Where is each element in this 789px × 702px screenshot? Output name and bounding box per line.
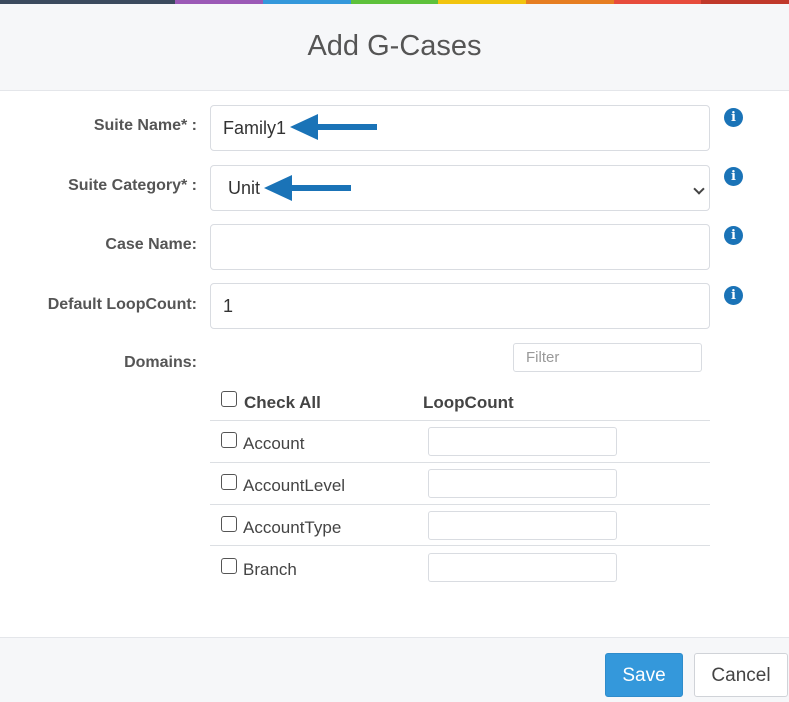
modal-header: Add G-Cases xyxy=(0,4,789,91)
domain-name: Branch xyxy=(243,560,297,579)
domain-name: Account xyxy=(243,434,305,453)
suite-name-input[interactable]: Family1 xyxy=(210,105,710,151)
case-name-label: Case Name: xyxy=(105,236,197,253)
suite-category-label: Suite Category* : xyxy=(68,177,197,194)
info-icon[interactable]: i xyxy=(724,167,743,186)
cancel-button[interactable]: Cancel xyxy=(694,653,788,697)
domain-name: AccountLevel xyxy=(243,476,346,495)
save-button[interactable]: Save xyxy=(605,653,683,697)
domain-loopcount-input[interactable] xyxy=(428,427,617,456)
info-icon[interactable]: i xyxy=(724,286,743,305)
case-name-input[interactable] xyxy=(210,224,710,270)
arrow-left-icon xyxy=(290,114,377,140)
domain-name: AccountType xyxy=(243,518,342,537)
info-icon[interactable]: i xyxy=(724,226,743,245)
default-loopcount-value: 1 xyxy=(223,296,234,316)
modal-footer: Save Cancel xyxy=(0,637,789,702)
modal-title: Add G-Cases xyxy=(307,30,482,62)
domain-loopcount-input[interactable] xyxy=(428,553,617,582)
domain-checkbox[interactable] xyxy=(221,474,237,490)
default-loopcount-input[interactable]: 1 xyxy=(210,283,710,329)
default-loopcount-label: Default LoopCount: xyxy=(47,296,197,313)
info-icon[interactable]: i xyxy=(724,108,743,127)
table-row-divider xyxy=(210,462,710,463)
domain-checkbox[interactable] xyxy=(221,516,237,532)
chevron-down-icon xyxy=(693,183,705,195)
domain-checkbox[interactable] xyxy=(221,558,237,574)
domains-label: Domains: xyxy=(124,354,197,371)
domain-loopcount-input[interactable] xyxy=(428,469,617,498)
table-row-divider xyxy=(210,420,710,421)
suite-category-value: Unit xyxy=(228,178,261,198)
check-all-label: Check All xyxy=(244,393,321,412)
suite-name-label: Suite Name* : xyxy=(93,117,197,134)
check-all-checkbox[interactable] xyxy=(221,391,237,407)
table-row-divider xyxy=(210,545,710,546)
arrow-left-icon xyxy=(264,175,351,201)
table-row-divider xyxy=(210,504,710,505)
domain-checkbox[interactable] xyxy=(221,432,237,448)
suite-name-value: Family1 xyxy=(223,118,287,138)
domain-loopcount-input[interactable] xyxy=(428,511,617,540)
domain-filter-input[interactable]: Filter xyxy=(513,343,702,372)
loopcount-column-header: LoopCount xyxy=(423,393,514,412)
